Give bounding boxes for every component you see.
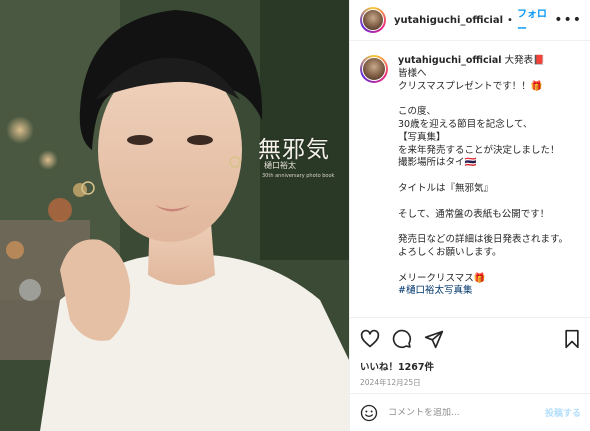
heart-icon[interactable] xyxy=(360,329,380,349)
likes-count[interactable]: いいね！1267件 xyxy=(350,360,590,376)
emoji-icon[interactable] xyxy=(360,404,378,422)
caption-avatar[interactable] xyxy=(360,55,388,83)
caption-area: yutahiguchi_official 大発表📕 皆様へ クリスマスプレゼント… xyxy=(350,41,590,318)
comment-icon[interactable] xyxy=(392,329,412,349)
ellipsis-icon[interactable]: ••• xyxy=(554,13,582,27)
post-details-panel: yutahiguchi_official • フォロー ••• yutahigu… xyxy=(349,0,590,431)
hashtag-link[interactable]: #樋口裕太写真集 xyxy=(398,285,472,296)
caption-username[interactable]: yutahiguchi_official xyxy=(398,55,502,66)
comment-input[interactable] xyxy=(388,407,539,418)
cover-author: 樋口裕太 xyxy=(264,161,296,170)
post-date[interactable]: 2024年12月25日 xyxy=(350,376,590,390)
action-bar xyxy=(350,318,590,360)
cover-subtitle: 30th anniversary photo book xyxy=(262,173,335,179)
bookmark-icon[interactable] xyxy=(562,329,582,349)
avatar[interactable] xyxy=(360,7,386,33)
post-header: yutahiguchi_official • フォロー ••• xyxy=(350,0,590,41)
follow-button[interactable]: フォロー xyxy=(517,5,554,35)
caption-body: 大発表📕 皆様へ クリスマスプレゼントです！！🎁 この度、 30歳を迎える節目を… xyxy=(398,55,569,284)
separator-dot: • xyxy=(507,14,513,26)
post-comment-button[interactable]: 投稿する xyxy=(545,406,581,419)
post-image[interactable]: 無邪気 樋口裕太 30th anniversary photo book xyxy=(0,0,349,431)
cover-title: 無邪気 xyxy=(258,137,330,163)
caption-text: yutahiguchi_official 大発表📕 皆様へ クリスマスプレゼント… xyxy=(398,55,582,317)
share-icon[interactable] xyxy=(424,329,444,349)
portrait-photo xyxy=(0,0,349,431)
comment-bar: 投稿する xyxy=(350,393,590,431)
header-username[interactable]: yutahiguchi_official xyxy=(394,15,503,26)
